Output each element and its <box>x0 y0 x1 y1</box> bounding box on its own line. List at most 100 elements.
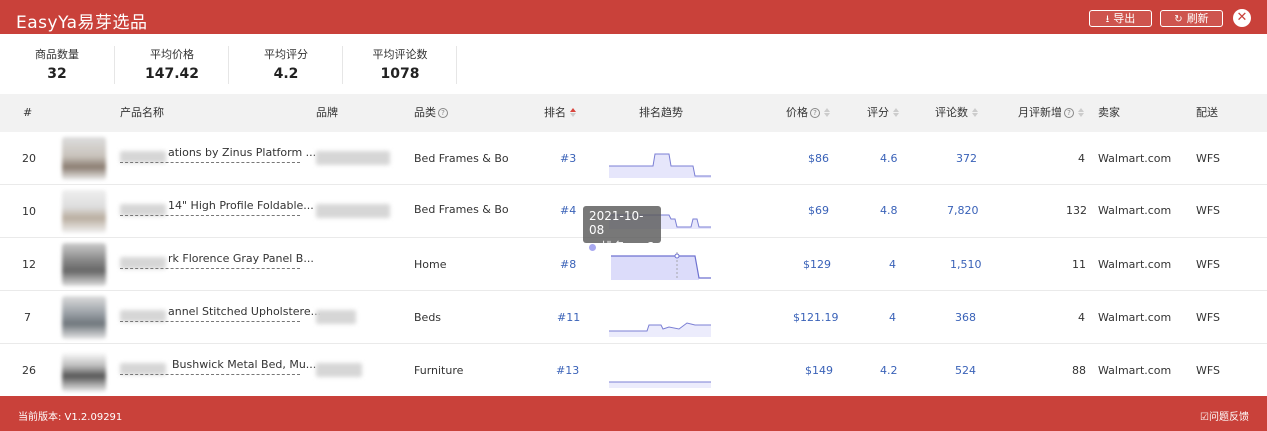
stat-divider <box>114 46 115 84</box>
row-price: $129 <box>803 258 831 271</box>
product-name[interactable]: Bushwick Metal Bed, Mu... <box>172 358 316 371</box>
row-rank[interactable]: #3 <box>560 132 576 185</box>
row-index: 12 <box>22 258 36 271</box>
app-logo: EasyYa易芽选品 <box>16 13 148 33</box>
row-category: Bed Frames & Bo <box>414 203 509 216</box>
col-monthly[interactable]: 月评新增? <box>1018 94 1084 132</box>
product-image[interactable] <box>62 243 106 286</box>
col-rank-label: 排名 <box>544 106 566 119</box>
product-image[interactable] <box>62 137 106 180</box>
col-shipping: 配送 <box>1196 106 1218 119</box>
row-rank[interactable]: #8 <box>560 238 576 291</box>
series-dot-icon <box>589 244 596 251</box>
col-rank[interactable]: 排名 <box>544 94 576 132</box>
product-name-underline <box>120 162 300 163</box>
col-name: 产品名称 <box>120 106 164 119</box>
sort-icon[interactable] <box>893 108 899 117</box>
stat-label: 平均评论数 <box>372 48 428 61</box>
help-icon[interactable]: ? <box>810 108 820 118</box>
row-shipping: WFS <box>1196 311 1220 324</box>
stat-value: 1078 <box>380 66 420 82</box>
close-button[interactable]: ✕ <box>1233 9 1251 27</box>
product-image[interactable] <box>62 296 106 339</box>
stat-product-count: 商品数量 32 <box>20 46 94 86</box>
row-index: 20 <box>22 152 36 165</box>
tooltip-date: 2021-10-08 <box>589 209 644 237</box>
footer-bar: 当前版本: V1.2.09291 ☑问题反馈 <box>0 396 1267 431</box>
help-icon[interactable]: ? <box>1064 108 1074 118</box>
stat-label: 平均评分 <box>264 48 308 61</box>
feedback-label: 问题反馈 <box>1209 412 1249 423</box>
row-monthly: 4 <box>1078 311 1085 324</box>
row-price: $69 <box>808 204 829 217</box>
sort-icon[interactable] <box>570 108 576 117</box>
sort-icon[interactable] <box>824 108 830 117</box>
col-price-label: 价格 <box>786 106 808 119</box>
export-button[interactable]: ⭳ 导出 <box>1089 10 1152 27</box>
stat-divider <box>228 46 229 84</box>
row-index: 26 <box>22 364 36 377</box>
col-reviews-label: 评论数 <box>935 106 968 119</box>
stat-label: 平均价格 <box>150 48 194 61</box>
row-reviews: 1,510 <box>950 258 982 271</box>
row-rating: 4.8 <box>880 204 898 217</box>
sort-icon[interactable] <box>1078 108 1084 117</box>
row-reviews: 7,820 <box>947 204 979 217</box>
col-category[interactable]: 品类? <box>414 94 448 132</box>
row-shipping: WFS <box>1196 204 1220 217</box>
row-seller: Walmart.com <box>1098 152 1172 165</box>
table-row[interactable]: 26 Bushwick Metal Bed, Mu... Furniture #… <box>0 344 1267 396</box>
row-index: 7 <box>24 311 31 324</box>
rank-trend-chart[interactable] <box>609 303 713 337</box>
row-category: Furniture <box>414 364 464 377</box>
product-name[interactable]: rk Florence Gray Panel B... <box>168 252 314 265</box>
row-monthly: 132 <box>1066 204 1087 217</box>
feedback-link[interactable]: ☑问题反馈 <box>1200 408 1249 423</box>
product-image[interactable] <box>62 352 106 392</box>
product-name[interactable]: 14" High Profile Foldable... <box>168 199 314 212</box>
col-index: # <box>23 106 33 119</box>
row-seller: Walmart.com <box>1098 364 1172 377</box>
refresh-label: 刷新 <box>1186 12 1209 25</box>
col-reviews[interactable]: 评论数 <box>935 94 978 132</box>
brand-redacted <box>316 204 390 218</box>
product-name-underline <box>120 321 300 322</box>
stat-value: 32 <box>47 66 67 82</box>
row-rating: 4.2 <box>880 364 898 377</box>
stat-avg-reviews: 平均评论数 1078 <box>358 46 442 86</box>
row-seller: Walmart.com <box>1098 258 1172 271</box>
row-rank[interactable]: #11 <box>557 291 580 344</box>
product-name-underline <box>120 215 300 216</box>
col-price[interactable]: 价格? <box>786 94 830 132</box>
col-trend: 排名趋势 <box>639 106 683 119</box>
row-rank[interactable]: #4 <box>560 184 576 237</box>
table-row[interactable]: 20 ations by Zinus Platform ... Bed Fram… <box>0 132 1267 185</box>
row-reviews: 524 <box>955 364 976 377</box>
product-name[interactable]: ations by Zinus Platform ... <box>168 146 316 159</box>
row-price: $86 <box>808 152 829 165</box>
product-name-underline <box>120 268 300 269</box>
stat-avg-rating: 平均评分 4.2 <box>244 46 328 86</box>
product-name-underline <box>120 374 300 375</box>
stat-value: 147.42 <box>144 66 200 82</box>
col-rating[interactable]: 评分 <box>867 94 899 132</box>
rank-trend-chart[interactable] <box>609 144 713 178</box>
chart-tooltip: 2021-10-08 排名 2 <box>583 206 661 254</box>
download-icon: ⭳ <box>1105 14 1110 25</box>
row-rating: 4.6 <box>880 152 898 165</box>
sort-icon[interactable] <box>972 108 978 117</box>
product-name[interactable]: annel Stitched Upholstere... <box>168 305 321 318</box>
help-icon[interactable]: ? <box>438 108 448 118</box>
row-monthly: 88 <box>1072 364 1086 377</box>
table-row[interactable]: 7 annel Stitched Upholstere... Beds #11 … <box>0 291 1267 344</box>
refresh-button[interactable]: ↻ 刷新 <box>1160 10 1223 27</box>
row-category: Beds <box>414 311 442 324</box>
product-image[interactable] <box>62 190 106 233</box>
row-rank[interactable]: #13 <box>556 344 579 397</box>
row-monthly: 4 <box>1078 152 1085 165</box>
row-rating: 4 <box>889 311 896 324</box>
export-label: 导出 <box>1113 12 1136 25</box>
rank-trend-chart[interactable] <box>609 354 713 388</box>
row-index: 10 <box>22 205 36 218</box>
close-icon: ✕ <box>1236 10 1248 25</box>
